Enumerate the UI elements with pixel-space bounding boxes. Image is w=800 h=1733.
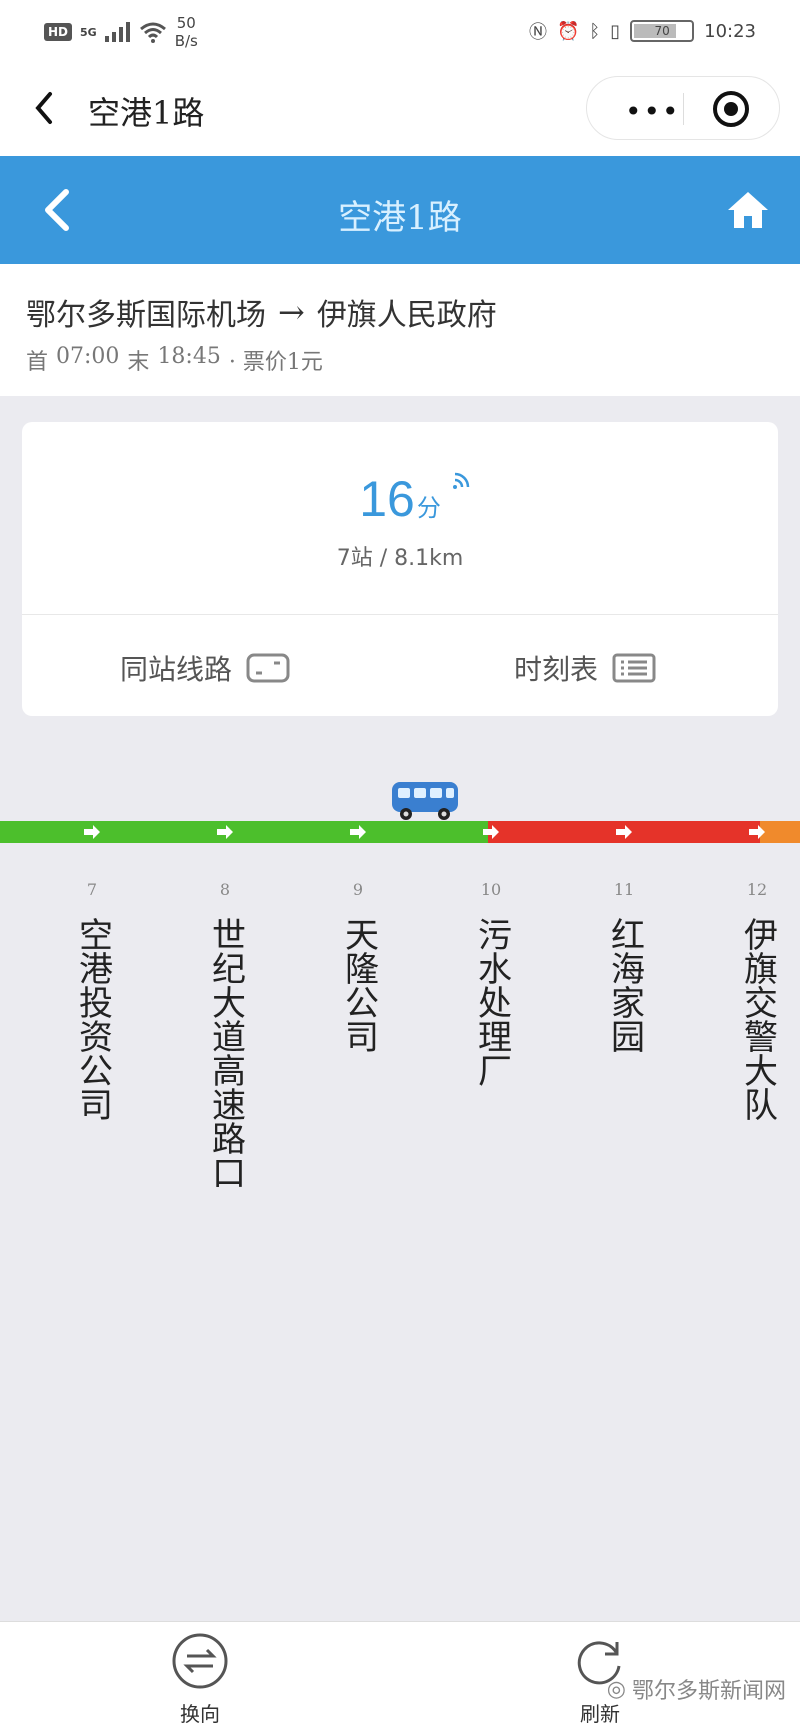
hd-badge: HD xyxy=(44,23,73,41)
route-info: 鄂尔多斯国际机场 → 伊旗人民政府 首 07:00 末 18:45 · 票价1元 xyxy=(0,264,800,396)
switch-direction-button[interactable]: 换向 xyxy=(160,1632,240,1727)
fare: · 票价1元 xyxy=(228,350,323,375)
more-button[interactable]: ••• xyxy=(625,95,681,128)
stop-name: 世纪大道高速路口 xyxy=(205,917,246,1189)
arrival-card: 16分 7站 / 8.1km 同站线路 时刻表 xyxy=(22,422,778,716)
nfc-icon: Ⓝ xyxy=(528,22,547,43)
route-line-segment xyxy=(0,821,488,843)
stop-name: 污水处理厂 xyxy=(471,917,512,1087)
card-divider xyxy=(22,614,778,615)
status-left: HD 5G 50 B/s xyxy=(44,14,198,50)
line-arrow-icon xyxy=(217,825,233,839)
stop-item[interactable]: 7 空港投资公司 xyxy=(62,880,122,1121)
last-bus-label: 末 xyxy=(127,350,150,375)
battery-icon: 70 xyxy=(630,20,695,42)
battery-level: 70 xyxy=(654,24,670,38)
swap-icon xyxy=(172,1633,228,1689)
stop-number: 11 xyxy=(613,880,635,899)
stop-item[interactable]: 9 天隆公司 xyxy=(328,880,388,1053)
watermark-text: 鄂尔多斯新闻网 xyxy=(631,1679,786,1704)
detail-separator: / xyxy=(379,546,388,571)
stop-item[interactable]: 10 污水处理厂 xyxy=(461,880,521,1087)
stop-item[interactable]: 8 世纪大道高速路口 xyxy=(195,880,255,1189)
miniprogram-header: 空港1路 ••• xyxy=(0,62,800,156)
stop-name: 天隆公司 xyxy=(338,917,379,1053)
same-station-lines-button[interactable]: 同站线路 xyxy=(120,648,290,688)
line-arrow-icon xyxy=(350,825,366,839)
timetable-label: 时刻表 xyxy=(514,653,599,686)
bus-icon xyxy=(392,782,458,820)
app-header: 空港1路 xyxy=(0,156,800,264)
line-arrow-icon xyxy=(616,825,632,839)
net-speed-value: 50 xyxy=(176,14,196,32)
arrival-details: 7站 / 8.1km xyxy=(22,540,778,572)
close-miniprogram-button[interactable] xyxy=(713,91,749,127)
stop-number: 12 xyxy=(746,880,768,899)
wechat-logo-icon: ◎ xyxy=(606,1676,626,1702)
line-arrow-icon xyxy=(483,825,499,839)
origin-stop: 鄂尔多斯国际机场 xyxy=(26,298,266,333)
stop-item[interactable]: 11 红海家园 xyxy=(594,880,654,1053)
transfer-lines-icon xyxy=(246,653,290,683)
vibrate-icon: ▯ xyxy=(610,20,621,42)
stop-number: 9 xyxy=(352,880,364,899)
signal-icon xyxy=(104,22,130,42)
stops-away: 7站 xyxy=(336,546,373,571)
first-bus-label: 首 xyxy=(26,350,49,375)
wifi-icon xyxy=(139,22,166,43)
last-bus-time: 18:45 xyxy=(157,344,221,369)
arrival-time: 16分 xyxy=(22,470,778,528)
route-direction: 鄂尔多斯国际机场 → 伊旗人民政府 xyxy=(26,290,497,334)
list-icon xyxy=(612,653,656,683)
line-arrow-icon xyxy=(84,825,100,839)
stop-name: 空港投资公司 xyxy=(72,917,113,1121)
status-right: Ⓝ ⏰ ᛒ ▯ 70 10:23 xyxy=(529,18,756,44)
first-bus-time: 07:00 xyxy=(56,344,120,369)
timetable-button[interactable]: 时刻表 xyxy=(514,648,656,688)
arrival-unit: 分 xyxy=(416,494,441,522)
stop-number: 8 xyxy=(219,880,231,899)
route-schedule: 首 07:00 末 18:45 · 票价1元 xyxy=(26,344,323,376)
clock: 10:23 xyxy=(704,20,756,42)
stop-item[interactable]: 12 伊旗交警大队 xyxy=(727,880,787,1121)
watermark: ◎ 鄂尔多斯新闻网 xyxy=(607,1673,786,1705)
stop-name: 伊旗交警大队 xyxy=(737,917,778,1121)
stop-number: 10 xyxy=(480,880,502,899)
distance: 8.1km xyxy=(394,546,464,571)
home-icon[interactable] xyxy=(726,188,770,232)
bottom-toolbar: 换向 刷新 ◎ 鄂尔多斯新闻网 xyxy=(0,1621,800,1733)
capsule-menu: ••• xyxy=(586,76,780,140)
bluetooth-icon: ᛒ xyxy=(589,20,601,42)
destination-stop: 伊旗人民政府 xyxy=(316,298,497,333)
direction-arrow: → xyxy=(278,293,305,331)
stop-number: 7 xyxy=(86,880,98,899)
net-speed: 50 B/s xyxy=(175,14,198,50)
back-icon[interactable] xyxy=(30,88,60,128)
realtime-signal-icon xyxy=(453,472,470,489)
same-station-label: 同站线路 xyxy=(120,653,233,686)
stop-name: 红海家园 xyxy=(604,917,645,1053)
arrival-minutes: 16 xyxy=(359,471,415,527)
alarm-icon: ⏰ xyxy=(556,20,580,42)
status-bar: HD 5G 50 B/s Ⓝ ⏰ ᛒ ▯ 70 10:23 xyxy=(0,0,800,62)
net-speed-unit: B/s xyxy=(174,32,198,50)
page-title: 空港1路 xyxy=(338,198,462,238)
line-arrow-icon xyxy=(749,825,765,839)
miniprogram-title: 空港1路 xyxy=(88,94,205,132)
network-label: 5G xyxy=(80,25,97,39)
switch-direction-label: 换向 xyxy=(180,1702,220,1726)
capsule-divider xyxy=(683,93,684,125)
